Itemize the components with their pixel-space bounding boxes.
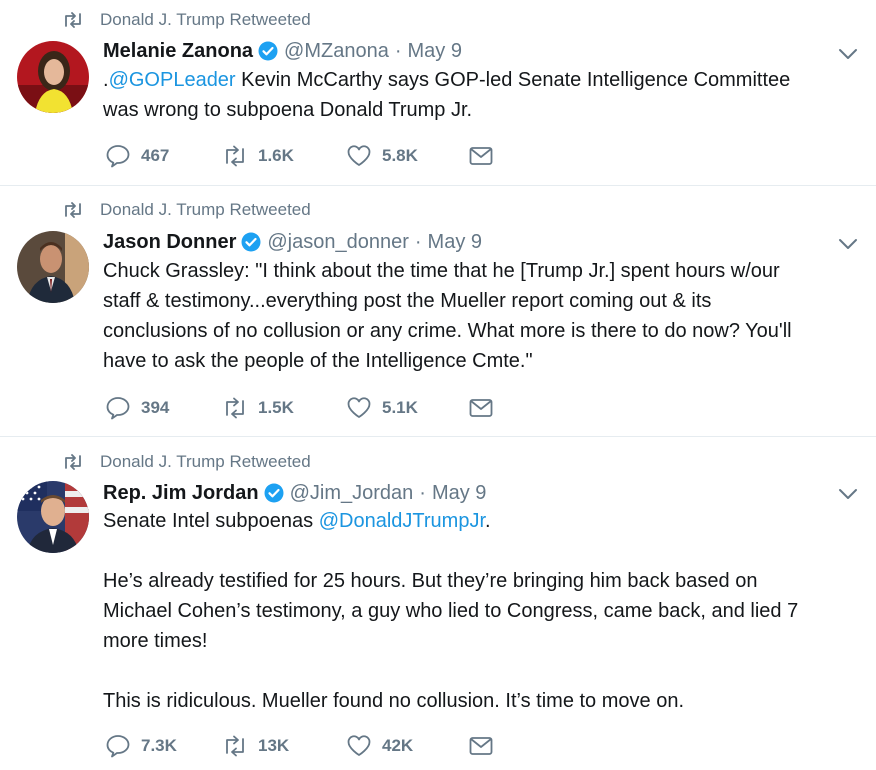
retweet-button[interactable]: 1.6K	[222, 144, 346, 168]
direct-message-button[interactable]	[468, 144, 504, 168]
author-handle[interactable]: @Jim_Jordan	[290, 482, 414, 505]
mention-link[interactable]: @GOPLeader	[109, 69, 236, 91]
tweet-date[interactable]: May 9	[432, 482, 486, 505]
reply-count: 7.3K	[141, 736, 177, 755]
reply-count: 467	[141, 146, 170, 165]
retweet-context: Donald J. Trump Retweeted	[62, 9, 311, 31]
tweet-text: Chuck Grassley: "I think about the time …	[103, 260, 792, 372]
retweet-context: Donald J. Trump Retweeted	[62, 199, 311, 221]
tweet-date[interactable]: May 9	[428, 231, 482, 254]
author-name[interactable]: Jason Donner	[103, 231, 236, 254]
like-button[interactable]: 5.1K	[346, 396, 468, 420]
author-name[interactable]: Melanie Zanona	[103, 40, 253, 63]
tweet-text: Senate Intel subpoenas @DonaldJTrumpJr.	[103, 506, 843, 536]
reply-button[interactable]: 7.3K	[105, 734, 222, 758]
separator-dot: ·	[414, 230, 422, 253]
retweet-label: Donald J. Trump Retweeted	[100, 200, 311, 219]
like-button[interactable]: 42K	[346, 734, 468, 758]
tweet-text-part: .	[485, 510, 491, 532]
reply-icon	[106, 397, 130, 420]
avatar[interactable]	[17, 481, 89, 553]
author-name[interactable]: Rep. Jim Jordan	[103, 482, 259, 505]
reply-count: 394	[141, 398, 170, 417]
heart-icon	[347, 735, 371, 756]
tweet-header: Melanie Zanona @MZanona · May 9	[103, 38, 462, 64]
separator-dot: ·	[419, 481, 426, 504]
chevron-down-icon[interactable]	[836, 482, 860, 506]
direct-message-button[interactable]	[468, 396, 504, 420]
tweet-header: Jason Donner @jason_donner · May 9	[103, 229, 482, 255]
retweet-label: Donald J. Trump Retweeted	[100, 452, 311, 471]
retweet-label: Donald J. Trump Retweeted	[100, 10, 311, 29]
like-count: 42K	[382, 736, 414, 755]
retweet-button[interactable]: 1.5K	[222, 396, 346, 420]
avatar[interactable]	[17, 231, 89, 303]
retweet-count: 1.5K	[258, 398, 294, 417]
like-button[interactable]: 5.8K	[346, 144, 468, 168]
retweet-button[interactable]: 13K	[222, 734, 346, 758]
direct-message-button[interactable]	[468, 734, 504, 758]
tweet-date[interactable]: May 9	[408, 40, 462, 63]
reply-button[interactable]: 394	[105, 396, 222, 420]
verified-badge-icon	[241, 232, 261, 252]
envelope-icon	[469, 147, 493, 165]
retweet-icon	[65, 12, 81, 28]
heart-icon	[347, 145, 371, 166]
heart-icon	[347, 397, 371, 418]
separator-dot: ·	[394, 39, 402, 62]
reply-button[interactable]: 467	[105, 144, 222, 168]
envelope-icon	[469, 737, 493, 755]
envelope-icon	[469, 399, 493, 417]
tweet-text-part: Senate Intel subpoenas	[103, 510, 319, 532]
verified-badge-icon	[258, 41, 278, 61]
retweet-icon	[65, 454, 81, 470]
reply-icon	[106, 735, 130, 758]
reply-icon	[106, 145, 130, 168]
retweet-context: Donald J. Trump Retweeted	[62, 451, 311, 473]
tweet-text-body: He’s already testified for 25 hours. But…	[103, 570, 799, 712]
author-handle[interactable]: @MZanona	[284, 40, 389, 63]
retweet-icon	[226, 397, 244, 419]
like-count: 5.1K	[382, 398, 418, 417]
mention-link[interactable]: @DonaldJTrumpJr	[319, 510, 485, 532]
verified-badge-icon	[264, 483, 284, 503]
tweet-3[interactable]: Donald J. Trump Retweeted Rep. Jim Jorda…	[0, 437, 876, 770]
like-count: 5.8K	[382, 146, 418, 165]
retweet-count: 13K	[258, 736, 290, 755]
retweet-count: 1.6K	[258, 146, 294, 165]
tweet-2[interactable]: Donald J. Trump Retweeted Jason Donner @…	[0, 186, 876, 434]
tweet-header: Rep. Jim Jordan @Jim_Jordan · May 9	[103, 480, 486, 506]
tweet-actions: 394 1.5K 5.1K	[105, 394, 504, 422]
retweet-icon	[226, 145, 244, 167]
author-handle[interactable]: @jason_donner	[267, 231, 409, 254]
tweet-text: .@GOPLeader Kevin McCarthy says GOP-led …	[103, 65, 843, 125]
tweet-1[interactable]: Donald J. Trump Retweeted Melanie Zanona…	[0, 0, 876, 184]
tweet-actions: 7.3K 13K 42K	[105, 732, 504, 760]
tweet-actions: 467 1.6K 5.8K	[105, 142, 504, 170]
retweet-icon	[65, 202, 81, 218]
retweet-icon	[226, 735, 244, 757]
chevron-down-icon[interactable]	[836, 42, 860, 66]
chevron-down-icon[interactable]	[836, 232, 860, 256]
avatar[interactable]	[17, 41, 89, 113]
